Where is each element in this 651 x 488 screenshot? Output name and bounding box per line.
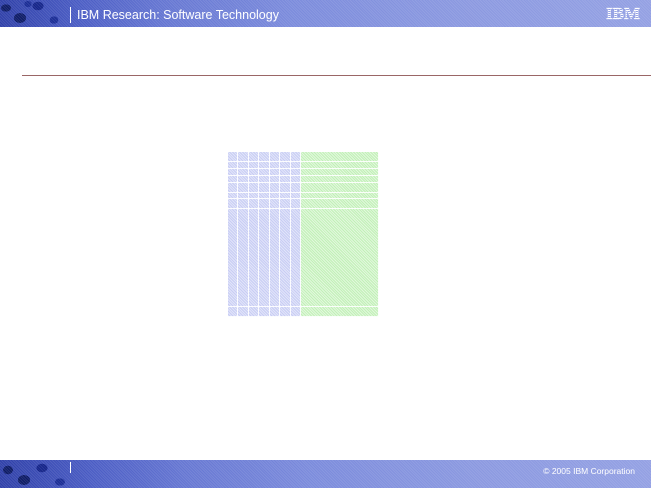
table-cell [238,176,249,183]
table-cell [301,183,379,193]
table-cell [259,209,270,307]
table-cell [238,169,249,176]
table-cell [228,176,238,183]
footer-divider [70,462,71,473]
table-cell [280,169,291,176]
table-cell [280,152,291,162]
table-cell [280,183,291,193]
ibm-logo: IBM [606,4,640,22]
table-cell [228,307,238,317]
table-cell [301,307,379,317]
table-cell [270,162,280,169]
table-cell [301,169,379,176]
table-cell [228,209,238,307]
table-cell [270,152,280,162]
table-cell [259,176,270,183]
table-cell [270,176,280,183]
table-cell [238,199,249,209]
table-cell [291,209,301,307]
header-band: IBM Research: Software Technology IBM [0,0,651,27]
table-cell [238,183,249,193]
table-cell [238,152,249,162]
table-cell [280,199,291,209]
table-cell [259,307,270,317]
table-cell [249,169,259,176]
table-cell [270,169,280,176]
table-cell [228,169,238,176]
table-cell [291,162,301,169]
table-cell [228,162,238,169]
table-cell [249,152,259,162]
table-cell [259,162,270,169]
table-cell [228,199,238,209]
table-cell [270,209,280,307]
table-cell [238,162,249,169]
table-cell [249,162,259,169]
table-cell [291,199,301,209]
table-cell [249,199,259,209]
table-cell [270,307,280,317]
table-cell [249,307,259,317]
table-cell [291,169,301,176]
title-underline [22,75,651,76]
table-cell [249,176,259,183]
table-cell [301,162,379,169]
table-cell [280,176,291,183]
table-cell [259,169,270,176]
table-cell [249,209,259,307]
header-title: IBM Research: Software Technology [77,8,279,22]
table-cell [301,199,379,209]
copyright-text: © 2005 IBM Corporation [543,466,635,476]
table-cell [270,199,280,209]
table-cell [291,176,301,183]
table-cell [291,307,301,317]
table-cell [280,162,291,169]
table-cell [280,209,291,307]
footer-band: © 2005 IBM Corporation [0,460,651,488]
table-cell [301,176,379,183]
table-cell [259,199,270,209]
table-cell [228,152,238,162]
table-cell [249,183,259,193]
table [228,152,379,318]
table-cell [280,307,291,317]
table-cell [291,152,301,162]
ibm-logo-text: IBM [606,4,640,22]
table-cell [238,307,249,317]
table-cell [259,183,270,193]
table-cell [270,183,280,193]
table-cell [259,152,270,162]
table-cell [301,152,379,162]
table-cell [291,183,301,193]
table-cell [301,209,379,307]
header-divider [70,7,71,23]
table-cell [228,183,238,193]
table-cell [238,209,249,307]
slide: IBM Research: Software Technology IBM © … [0,0,651,488]
